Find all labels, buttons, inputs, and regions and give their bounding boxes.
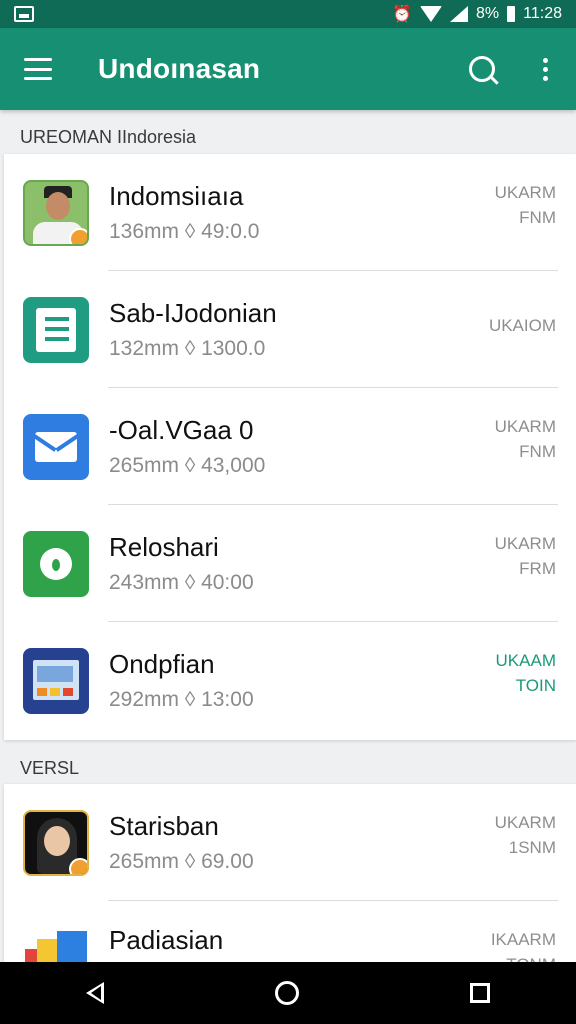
list-item[interactable]: Indomsiıaıa 136mm ◊ 49:0.0 UKARM FNM — [4, 154, 576, 271]
list-card: Starisban 265mm ◊ 69.00 UKARM 1SNM Padia… — [4, 784, 576, 962]
item-meta: UKARM FRM — [494, 534, 556, 578]
status-icons: ⏰ 8% 11:28 — [392, 4, 562, 24]
woman-avatar-icon — [23, 809, 89, 876]
list-item[interactable]: Starisban 265mm ◊ 69.00 UKARM 1SNM — [4, 784, 576, 901]
list-item[interactable]: Sab-IJodonian 132mm ◊ 1300.0 UKAIOM — [4, 271, 576, 388]
signal-icon — [450, 6, 469, 22]
document-list-icon — [23, 296, 89, 363]
app-title: Undoınasan — [98, 53, 261, 84]
battery-icon — [507, 6, 516, 22]
item-subtitle: 132mm ◊ 1300.0 — [109, 337, 266, 360]
person-avatar-icon — [23, 179, 89, 246]
app-bar: Undoınasan — [0, 28, 576, 110]
section-header: VERSL — [20, 758, 80, 778]
mail-icon — [23, 413, 89, 480]
green-app-icon — [23, 530, 89, 597]
item-meta: UKARM FNM — [494, 183, 556, 227]
status-bar: ⏰ 8% 11:28 — [0, 0, 576, 28]
status-time: 11:28 — [523, 5, 562, 22]
badge-icon — [69, 857, 87, 874]
wifi-icon — [420, 6, 443, 22]
item-meta: UKARM FNM — [494, 417, 556, 461]
item-meta: UKAAM TOIN — [495, 651, 556, 695]
badge-icon — [69, 227, 87, 244]
list-item[interactable]: Padiasian IKAARM TONM — [4, 901, 576, 962]
more-options-icon[interactable] — [543, 57, 548, 81]
list-item[interactable]: -Oal.VGaa 0 265mm ◊ 43,000 UKARM FNM — [4, 388, 576, 505]
system-navigation-bar — [0, 962, 576, 1024]
item-meta: IKAARM TONM — [490, 930, 556, 962]
list-item[interactable]: Reloshari 243mm ◊ 40:00 UKARM FRM — [4, 505, 576, 622]
battery-text: 8% — [476, 5, 500, 22]
back-icon[interactable] — [85, 982, 104, 1004]
alarm-icon: ⏰ — [392, 6, 413, 23]
hamburger-menu-icon[interactable] — [24, 58, 52, 80]
recent-apps-icon[interactable] — [470, 983, 491, 1003]
search-icon[interactable] — [469, 56, 495, 82]
item-meta: UKARM 1SNM — [494, 813, 556, 857]
section-header: UREOMAN IIndoresia — [20, 127, 197, 147]
gallery-icon — [14, 6, 34, 22]
tablet-app-icon — [23, 647, 89, 714]
list-item[interactable]: Ondpfian 292mm ◊ 13:00 UKAAM TOIN — [4, 622, 576, 739]
blocks-app-icon — [23, 927, 89, 962]
list-card: Indomsiıaıa 136mm ◊ 49:0.0 UKARM FNM Sab… — [4, 154, 576, 740]
home-icon[interactable] — [274, 981, 299, 1005]
item-meta: UKAIOM — [488, 316, 556, 335]
